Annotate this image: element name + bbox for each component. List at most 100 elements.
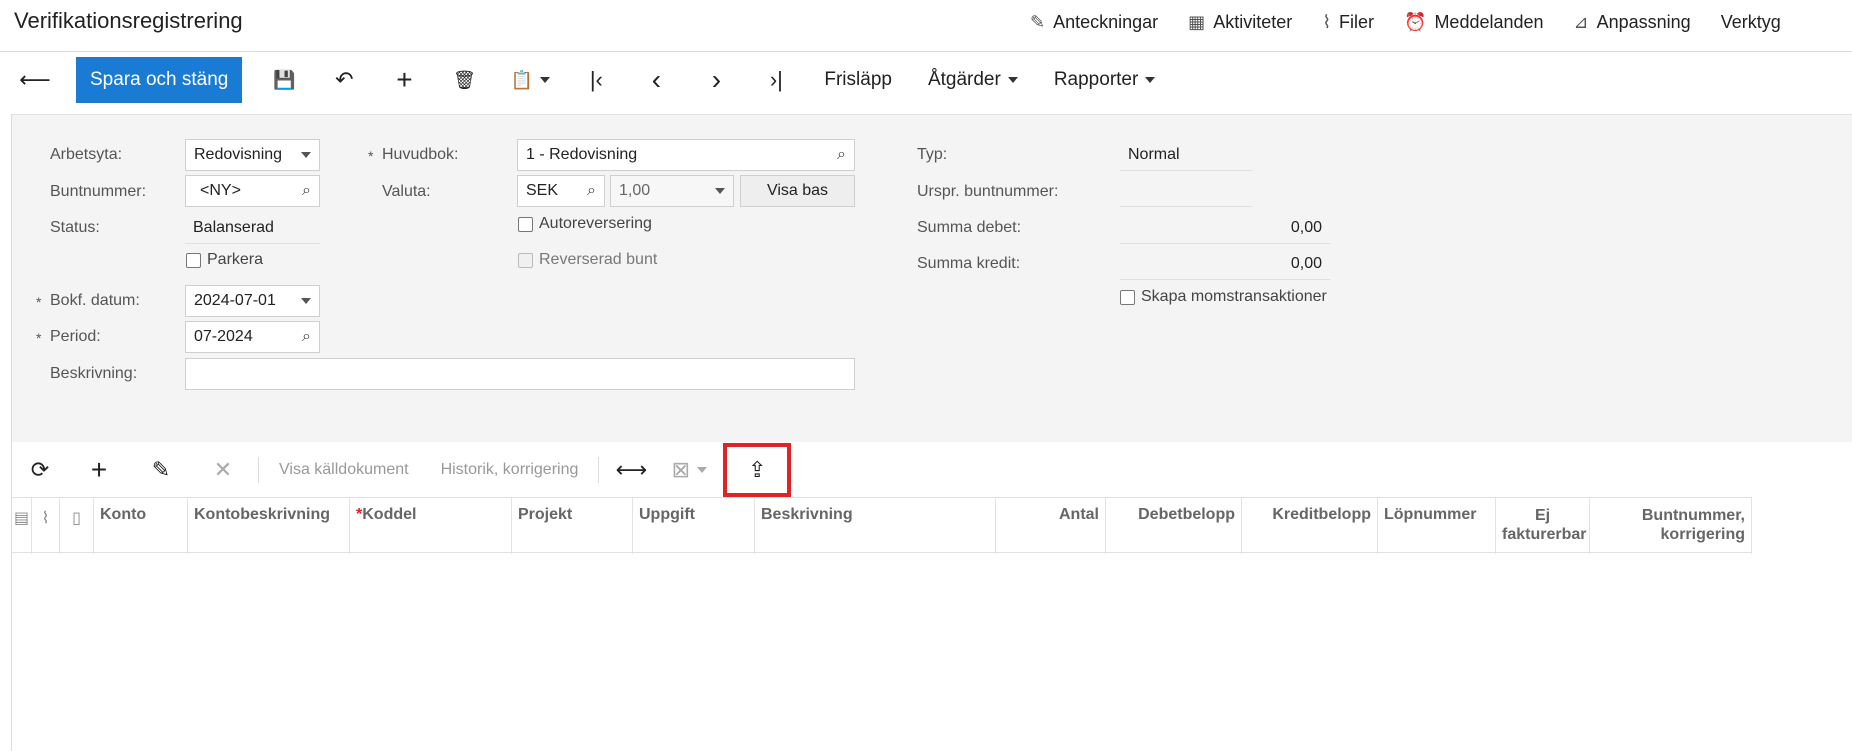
- page-title: Verifikationsregistrering: [14, 8, 243, 33]
- previous-record-icon[interactable]: ‹: [626, 57, 686, 103]
- grid-toolbar: ⟳ + ✎ ✕ Visa källdokument Historik, korr…: [12, 443, 792, 497]
- grid-header: ▤ ⌇ ▯ Konto Kontobeskrivning *Koddel Pro…: [12, 497, 1752, 554]
- post-date-field[interactable]: 2024-07-01: [185, 285, 320, 317]
- reversed-batch-checkbox: Reverserad bunt: [518, 251, 657, 269]
- column-header[interactable]: Beskrivning: [755, 498, 996, 554]
- ledger-field[interactable]: 1 - Redovisning ⌕: [517, 139, 855, 171]
- column-header[interactable]: Ej fakturerbar: [1496, 498, 1590, 554]
- column-header[interactable]: *Koddel: [350, 498, 512, 554]
- workspace-select[interactable]: Redovisning: [185, 139, 320, 171]
- reports-menu[interactable]: Rapporter: [1036, 57, 1174, 103]
- first-record-icon[interactable]: |‹: [566, 57, 626, 103]
- toolbar-separator: [598, 457, 600, 483]
- hold-checkbox[interactable]: Parkera: [186, 251, 263, 269]
- search-icon[interactable]: ⌕: [302, 182, 311, 200]
- credit-total-value: 0,00: [1120, 248, 1330, 280]
- debit-total-value: 0,00: [1120, 212, 1330, 244]
- customization-icon: ⊿: [1573, 12, 1589, 32]
- undo-icon[interactable]: ↶: [314, 57, 374, 103]
- row-selector-icon[interactable]: ▤: [12, 498, 32, 554]
- delete-row-icon: ✕: [213, 457, 233, 482]
- ledger-label: * Huvudbok:: [368, 146, 459, 164]
- chevron-down-icon[interactable]: [715, 188, 725, 194]
- toolbar-separator: [258, 457, 259, 483]
- upload-file-icon[interactable]: ⇪: [723, 443, 792, 497]
- description-input[interactable]: [185, 358, 855, 390]
- back-icon[interactable]: ⟵: [0, 57, 70, 103]
- left-border: [11, 114, 12, 751]
- search-icon[interactable]: ⌕: [587, 182, 596, 200]
- top-links: ✎ Anteckningar ▦ Aktiviteter ⌇ Filer ⏰ Medde…: [1030, 12, 1781, 33]
- release-button[interactable]: Frisläpp: [806, 57, 910, 103]
- notes-link[interactable]: ✎ Anteckningar: [1030, 12, 1158, 33]
- add-icon[interactable]: +: [374, 57, 434, 103]
- view-base-button[interactable]: Visa bas: [740, 175, 855, 207]
- checkbox-box[interactable]: [518, 216, 533, 232]
- column-header[interactable]: Kreditbelopp: [1242, 498, 1378, 554]
- orig-batch-label: Urspr. buntnummer:: [917, 183, 1059, 200]
- orig-batch-value: [1120, 175, 1252, 207]
- description-label: Beskrivning:: [50, 365, 138, 382]
- search-icon[interactable]: ⌕: [837, 146, 846, 164]
- export-excel-button: ⊠: [659, 447, 719, 493]
- column-header[interactable]: Antal: [996, 498, 1106, 554]
- period-label: * Period:: [36, 328, 101, 346]
- create-vat-checkbox[interactable]: Skapa momstransaktioner: [1120, 288, 1327, 306]
- header-divider: [0, 51, 1852, 52]
- column-header[interactable]: Debetbelopp: [1106, 498, 1242, 554]
- attachment-icon[interactable]: ⌇: [32, 498, 60, 554]
- next-record-icon[interactable]: ›: [686, 57, 746, 103]
- alarm-clock-icon: ⏰: [1404, 12, 1427, 32]
- clipboard-button[interactable]: 📋: [494, 57, 566, 103]
- save-icon[interactable]: 💾: [254, 57, 314, 103]
- column-header[interactable]: Löpnummer: [1378, 498, 1496, 554]
- column-header[interactable]: Konto: [94, 498, 188, 554]
- checkbox-box[interactable]: [186, 252, 201, 268]
- column-header[interactable]: Uppgift: [633, 498, 755, 554]
- status-value: Balanserad: [185, 212, 320, 244]
- chevron-down-icon: [301, 152, 311, 158]
- files-link[interactable]: ⌇ Filer: [1322, 12, 1374, 33]
- period-field[interactable]: 07-2024 ⌕: [185, 321, 320, 353]
- search-icon[interactable]: ⌕: [302, 328, 311, 346]
- chevron-down-icon: [540, 77, 551, 83]
- workspace-label: Arbetsyta:: [50, 146, 123, 163]
- notifications-link[interactable]: ⏰ Meddelanden: [1404, 12, 1544, 33]
- batch-number-label: Buntnummer:: [50, 183, 147, 200]
- chevron-down-icon: [1007, 77, 1018, 83]
- save-and-close-button[interactable]: Spara och stäng: [76, 57, 243, 103]
- chevron-down-icon[interactable]: [301, 298, 311, 304]
- column-header[interactable]: Kontobeskrivning: [188, 498, 350, 554]
- calendar-icon: ▦: [1188, 12, 1206, 32]
- delete-icon[interactable]: 🗑: [434, 57, 494, 103]
- post-date-label: * Bokf. datum:: [36, 292, 140, 310]
- actions-menu[interactable]: Åtgärder: [910, 57, 1036, 103]
- main-toolbar: ⟵ Spara och stäng 💾 ↶ + 🗑 📋 |‹ ‹ › ›| Fr…: [0, 57, 1173, 103]
- last-record-icon[interactable]: ›|: [746, 57, 806, 103]
- chevron-down-icon: [1145, 77, 1156, 83]
- currency-label: Valuta:: [382, 183, 431, 200]
- auto-reverse-checkbox[interactable]: Autoreversering: [518, 215, 652, 233]
- column-header[interactable]: Projekt: [512, 498, 633, 554]
- activities-link[interactable]: ▦ Aktiviteter: [1188, 12, 1292, 33]
- credit-total-label: Summa kredit:: [917, 255, 1021, 272]
- fit-columns-icon[interactable]: ⟷: [603, 447, 659, 493]
- refresh-icon[interactable]: ⟳: [12, 447, 68, 493]
- type-label: Typ:: [917, 146, 948, 163]
- batch-number-field[interactable]: <NY> ⌕: [185, 175, 320, 207]
- view-source-document-button: Visa källdokument: [279, 461, 409, 478]
- history-correction-button: Historik, korrigering: [440, 461, 579, 478]
- checkbox-box[interactable]: [1120, 289, 1135, 305]
- tools-link[interactable]: Verktyg: [1721, 12, 1781, 33]
- column-header[interactable]: Buntnummer, korrigering: [1590, 498, 1752, 554]
- debit-total-label: Summa debet:: [917, 219, 1022, 236]
- excel-icon: ⊠: [671, 457, 691, 482]
- currency-field[interactable]: SEK ⌕: [517, 175, 605, 207]
- add-row-icon[interactable]: +: [68, 447, 130, 493]
- type-value: Normal: [1120, 139, 1252, 171]
- edit-icon[interactable]: ✎: [130, 447, 192, 493]
- rate-field[interactable]: 1,00: [610, 175, 734, 207]
- customization-link[interactable]: ⊿ Anpassning: [1574, 12, 1691, 33]
- note-icon[interactable]: ▯: [60, 498, 94, 554]
- status-label: Status:: [50, 219, 100, 236]
